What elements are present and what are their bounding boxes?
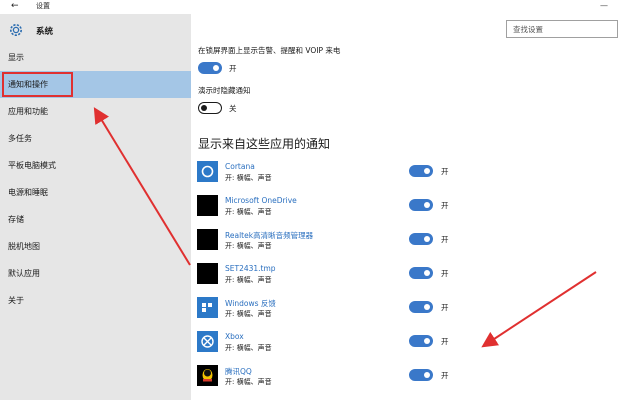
cortana-icon — [197, 161, 218, 182]
app-row-xbox: Xbox 开: 横幅、声音 开 — [191, 331, 622, 365]
app-name[interactable]: Xbox — [225, 332, 244, 341]
app-sub: 开: 横幅、声音 — [225, 208, 272, 216]
sidebar-item-label: 默认应用 — [8, 269, 40, 278]
app-toggle[interactable] — [409, 165, 433, 177]
setup-icon — [197, 263, 218, 284]
onedrive-icon — [197, 195, 218, 216]
lockscreen-notify-label: 在锁屏界面上显示告警、提醒和 VOIP 来电 — [198, 46, 341, 55]
lockscreen-notify-state: 开 — [229, 64, 237, 73]
lockscreen-notify-toggle[interactable] — [198, 62, 222, 74]
app-sub: 开: 横幅、声音 — [225, 174, 272, 182]
sidebar-nav: 显示 通知和操作 应用和功能 多任务 平板电脑模式 电源和睡眠 存储 脱机地图 … — [0, 44, 191, 314]
feedback-icon — [197, 297, 218, 318]
title-bar: ← 设置 — — [0, 0, 622, 14]
app-toggle[interactable] — [409, 199, 433, 211]
app-sub: 开: 横幅、声音 — [225, 378, 272, 386]
xbox-icon — [197, 331, 218, 352]
presenting-hide-toggle[interactable] — [198, 102, 222, 114]
app-toggle[interactable] — [409, 369, 433, 381]
app-toggle[interactable] — [409, 335, 433, 347]
app-sub: 开: 横幅、声音 — [225, 242, 272, 250]
annotation-highlight-box — [2, 72, 73, 97]
realtek-icon — [197, 229, 218, 250]
sidebar-item-label: 多任务 — [8, 134, 32, 143]
app-state: 开 — [441, 303, 449, 312]
app-name[interactable]: 腾讯QQ — [225, 366, 252, 377]
sidebar-item-display[interactable]: 显示 — [0, 44, 191, 71]
app-name[interactable]: SET2431.tmp — [225, 264, 276, 273]
sidebar-item-label: 关于 — [8, 296, 24, 305]
sidebar-item-power[interactable]: 电源和睡眠 — [0, 179, 191, 206]
apps-section-title: 显示来自这些应用的通知 — [198, 137, 331, 151]
app-state: 开 — [441, 201, 449, 210]
app-toggle[interactable] — [409, 301, 433, 313]
app-row-onedrive: Microsoft OneDrive 开: 横幅、声音 开 — [191, 195, 622, 229]
app-name[interactable]: Windows 反馈 — [225, 298, 276, 309]
main-content: 在锁屏界面上显示告警、提醒和 VOIP 来电 开 演示时隐藏通知 关 显示来自这… — [191, 14, 622, 400]
sidebar-item-label: 电源和睡眠 — [8, 188, 48, 197]
sidebar-item-label: 存储 — [8, 215, 24, 224]
app-row-qq: 腾讯QQ 开: 横幅、声音 开 — [191, 365, 622, 399]
sidebar-item-label: 平板电脑模式 — [8, 161, 56, 170]
sidebar-item-about[interactable]: 关于 — [0, 287, 191, 314]
app-sub: 开: 横幅、声音 — [225, 344, 272, 352]
app-name[interactable]: Realtek高清晰音频管理器 — [225, 230, 313, 241]
app-row-cortana: Cortana 开: 横幅、声音 开 — [191, 161, 622, 195]
sidebar-item-label: 应用和功能 — [8, 107, 48, 116]
toggle-knob — [424, 337, 430, 344]
gear-icon — [10, 24, 22, 36]
sidebar-item-default-apps[interactable]: 默认应用 — [0, 260, 191, 287]
sidebar-item-label: 显示 — [8, 53, 24, 62]
app-state: 开 — [441, 167, 449, 176]
minimize-button[interactable]: — — [600, 0, 608, 11]
sidebar-item-notifications[interactable]: 通知和操作 — [0, 71, 191, 98]
sidebar-item-apps[interactable]: 应用和功能 — [0, 98, 191, 125]
app-name[interactable]: Microsoft OneDrive — [225, 196, 297, 205]
sidebar-item-label: 脱机地图 — [8, 242, 40, 251]
sidebar-header: 系统 — [8, 22, 158, 42]
toggle-knob — [424, 269, 430, 276]
app-row-set2431: SET2431.tmp 开: 横幅、声音 开 — [191, 263, 622, 297]
app-state: 开 — [441, 371, 449, 380]
app-state: 开 — [441, 269, 449, 278]
toggle-knob — [213, 64, 219, 71]
toggle-knob — [424, 235, 430, 242]
toggle-knob — [424, 201, 430, 208]
app-row-feedback: Windows 反馈 开: 横幅、声音 开 — [191, 297, 622, 331]
sidebar-item-tablet-mode[interactable]: 平板电脑模式 — [0, 152, 191, 179]
app-state: 开 — [441, 337, 449, 346]
sidebar-header-label: 系统 — [36, 27, 54, 37]
sidebar-item-offline-maps[interactable]: 脱机地图 — [0, 233, 191, 260]
toggle-knob — [424, 371, 430, 378]
app-row-realtek: Realtek高清晰音频管理器 开: 横幅、声音 开 — [191, 229, 622, 263]
app-toggle[interactable] — [409, 267, 433, 279]
app-sub: 开: 横幅、声音 — [225, 276, 272, 284]
qq-icon — [197, 365, 218, 386]
sidebar-item-multitasking[interactable]: 多任务 — [0, 125, 191, 152]
back-arrow-icon[interactable]: ← — [11, 0, 19, 12]
window-title: 设置 — [36, 2, 50, 10]
app-sub: 开: 横幅、声音 — [225, 310, 272, 318]
app-name[interactable]: Cortana — [225, 162, 255, 171]
toggle-knob — [424, 303, 430, 310]
app-toggle[interactable] — [409, 233, 433, 245]
toggle-knob — [201, 104, 207, 111]
app-state: 开 — [441, 235, 449, 244]
presenting-hide-state: 关 — [229, 104, 237, 113]
sidebar: 系统 显示 通知和操作 应用和功能 多任务 平板电脑模式 电源和睡眠 存储 脱机… — [0, 14, 191, 400]
toggle-knob — [424, 167, 430, 174]
presenting-hide-label: 演示时隐藏通知 — [198, 86, 251, 95]
sidebar-item-storage[interactable]: 存储 — [0, 206, 191, 233]
